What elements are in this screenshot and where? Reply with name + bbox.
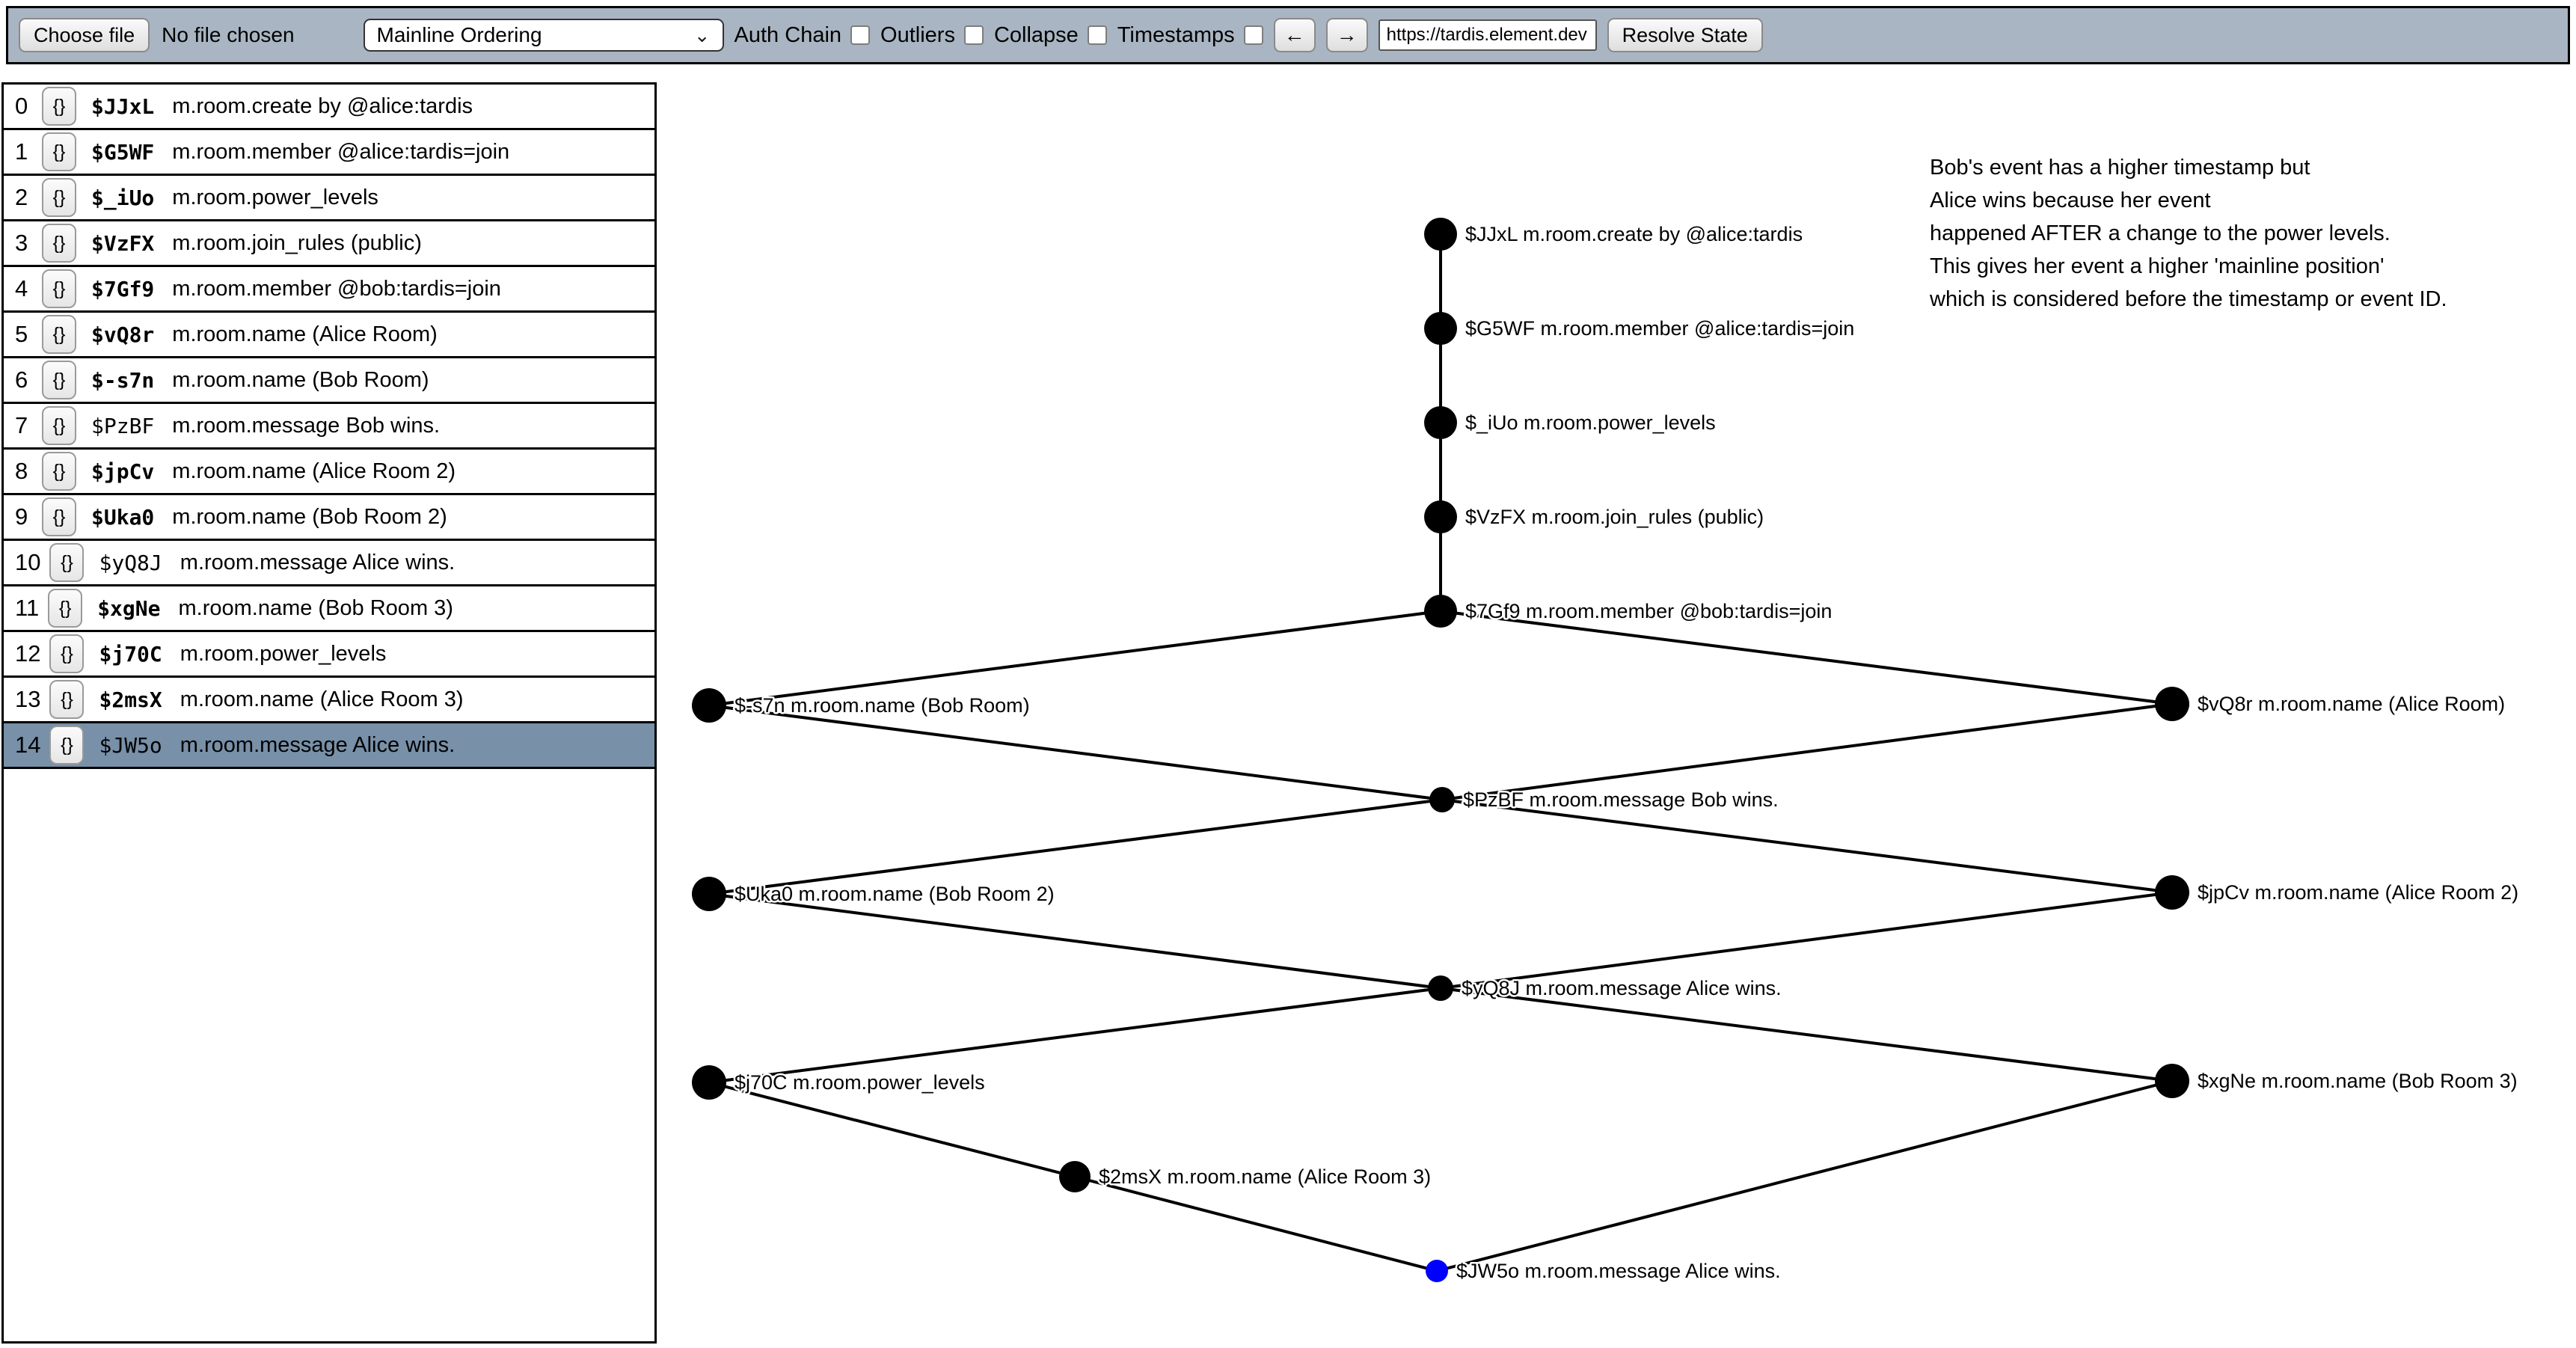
dag-node-label: $yQ8J m.room.message Alice wins.	[1462, 977, 1782, 999]
annotation-line: happened AFTER a change to the power lev…	[1930, 217, 2447, 250]
dag-node-label: $VzFX m.room.join_rules (public)	[1465, 506, 1764, 528]
dag-node[interactable]	[2155, 875, 2189, 910]
dag-edge	[1441, 611, 2172, 704]
annotation-note: Bob's event has a higher timestamp butAl…	[1930, 151, 2447, 316]
annotation-line: which is considered before the timestamp…	[1930, 283, 2447, 316]
dag-node-label: $vQ8r m.room.name (Alice Room)	[2198, 693, 2505, 715]
annotation-line: Alice wins because her event	[1930, 184, 2447, 217]
dag-edge	[709, 1082, 1075, 1177]
dag-edge	[1075, 1177, 1437, 1271]
dag-node[interactable]	[2155, 1064, 2189, 1098]
dag-edge	[1442, 800, 2172, 892]
dag-node[interactable]	[692, 877, 726, 911]
dag-edge	[1441, 892, 2172, 988]
annotation-line: Bob's event has a higher timestamp but	[1930, 151, 2447, 184]
dag-node-label: $7Gf9 m.room.member @bob:tardis=join	[1465, 600, 1832, 622]
dag-node-label: $2msX m.room.name (Alice Room 3)	[1099, 1165, 1431, 1188]
dag-node[interactable]	[1424, 595, 1457, 628]
dag-edge	[1441, 988, 2172, 1081]
dag-edge	[709, 894, 1441, 988]
annotation-line: This gives her event a higher 'mainline …	[1930, 250, 2447, 283]
dag-node-label: $JJxL m.room.create by @alice:tardis	[1465, 223, 1803, 245]
dag-node[interactable]	[1424, 406, 1457, 439]
dag-node[interactable]	[1426, 1260, 1448, 1282]
dag-node-label: $PzBF m.room.message Bob wins.	[1463, 788, 1779, 811]
dag-node-label: $_iUo m.room.power_levels	[1465, 411, 1716, 434]
dag-node-label: $jpCv m.room.name (Alice Room 2)	[2198, 881, 2518, 904]
dag-node-label: $Uka0 m.room.name (Bob Room 2)	[735, 883, 1055, 905]
dag-node-label: $JW5o m.room.message Alice wins.	[1456, 1260, 1781, 1282]
dag-edge	[709, 611, 1441, 705]
dag-node[interactable]	[1428, 975, 1453, 1001]
dag-node[interactable]	[1424, 312, 1457, 345]
dag-node[interactable]	[1424, 500, 1457, 533]
dag-edge	[709, 800, 1442, 894]
dag-node[interactable]	[692, 1065, 726, 1100]
dag-edge	[709, 705, 1442, 800]
dag-node-label: $-s7n m.room.name (Bob Room)	[735, 694, 1030, 717]
dag-node-label: $j70C m.room.power_levels	[735, 1071, 985, 1094]
dag-edge	[709, 988, 1441, 1082]
dag-edge	[1437, 1081, 2172, 1271]
dag-node-label: $G5WF m.room.member @alice:tardis=join	[1465, 317, 1854, 340]
dag-node[interactable]	[1424, 218, 1457, 251]
dag-node[interactable]	[1429, 787, 1455, 812]
dag-node-label: $xgNe m.room.name (Bob Room 3)	[2198, 1070, 2518, 1092]
dag-edge	[1442, 704, 2172, 800]
dag-node[interactable]	[1059, 1161, 1091, 1192]
dag-node[interactable]	[692, 688, 726, 723]
dag-node[interactable]	[2155, 687, 2189, 721]
